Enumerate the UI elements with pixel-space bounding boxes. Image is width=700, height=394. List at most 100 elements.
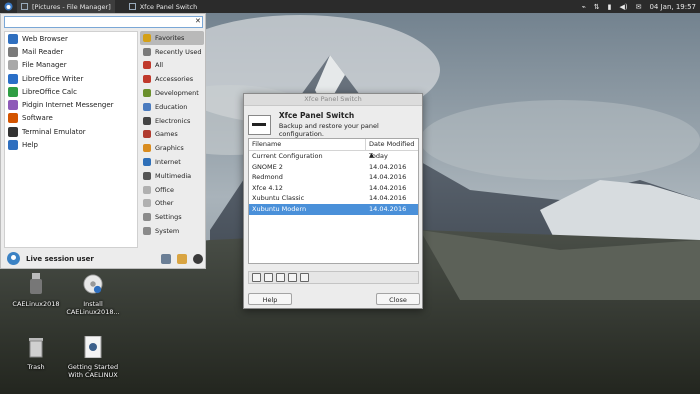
settings-manager-icon[interactable]	[161, 253, 171, 264]
cell-date: 14.04.2016	[369, 183, 407, 192]
menu-footer: Live session user	[4, 250, 203, 267]
export-icon[interactable]	[300, 273, 309, 282]
category-item[interactable]: Other	[140, 197, 204, 211]
desktop-icon-trash[interactable]: Trash	[6, 336, 66, 371]
desktop-icon-label: Getting Started With CAELINUX	[67, 363, 119, 379]
favorite-item-label: Pidgin Internet Messenger	[22, 101, 114, 110]
battery-icon[interactable]: ▮	[608, 3, 612, 11]
category-item-label: Multimedia	[155, 171, 192, 180]
favorites-list: Web Browser Mail Reader File Manager LibreO…	[4, 31, 138, 248]
delete-icon[interactable]	[276, 273, 285, 282]
category-item-label: System	[155, 227, 180, 236]
category-icon	[143, 33, 151, 42]
desktop-icon-label: Trash	[27, 363, 45, 371]
cell-date: 14.04.2016	[369, 194, 407, 203]
category-icon	[143, 116, 151, 125]
column-header-date[interactable]: Date Modified ▲	[366, 139, 418, 159]
user-name: Live session user	[26, 254, 94, 263]
category-item[interactable]: Favorites	[140, 31, 204, 45]
window-titlebar[interactable]: Xfce Panel Switch	[244, 94, 422, 106]
panel-switch-icon	[128, 3, 136, 10]
power-icon[interactable]	[193, 253, 203, 264]
cell-filename: Xubuntu Modern	[252, 204, 307, 213]
category-item[interactable]: Games	[140, 128, 204, 142]
category-item-label: Education	[155, 102, 188, 111]
app-icon	[8, 86, 18, 97]
desktop-icon-caelinux[interactable]: CAELinux2018	[6, 273, 66, 308]
app-icon	[8, 126, 18, 137]
desktop-icon-label: CAELinux2018	[12, 300, 60, 308]
table-row[interactable]: Xubuntu Modern 14.04.2016	[249, 203, 418, 215]
category-item-label: Development	[155, 89, 199, 98]
favorite-item[interactable]: Help	[5, 138, 137, 151]
usb-drive-icon	[30, 273, 42, 294]
table-row[interactable]: Current Configuration Today	[249, 151, 418, 162]
favorite-item[interactable]: Mail Reader	[5, 45, 137, 58]
column-header-date-label: Date Modified	[369, 140, 415, 148]
disc-icon	[83, 274, 103, 294]
notification-icon[interactable]: ✉	[636, 3, 642, 11]
favorite-item-label: Web Browser	[22, 34, 68, 43]
category-item[interactable]: Internet	[140, 155, 204, 169]
table-row[interactable]: Redmond 14.04.2016	[249, 172, 418, 183]
category-icon	[143, 61, 151, 70]
taskbar-item-file-manager[interactable]: [Pictures - File Manager]	[17, 0, 115, 13]
favorite-item[interactable]: Pidgin Internet Messenger	[5, 98, 137, 111]
category-item[interactable]: Office	[140, 183, 204, 197]
category-item[interactable]: Electronics	[140, 114, 204, 128]
category-item-label: Recently Used	[155, 47, 202, 56]
whisker-menu: ✕ Web Browser Mail Reader File Manager Libr…	[0, 13, 206, 269]
close-button[interactable]: Close	[376, 293, 420, 305]
taskbar-item-panel-switch[interactable]: Xfce Panel Switch	[125, 0, 201, 13]
search-input[interactable]	[4, 16, 203, 28]
category-item[interactable]: Accessories	[140, 72, 204, 86]
category-item[interactable]: Recently Used	[140, 45, 204, 59]
cell-date: 14.04.2016	[369, 162, 407, 171]
table-row[interactable]: Xubuntu Classic 14.04.2016	[249, 193, 418, 204]
category-item-label: Favorites	[155, 33, 185, 42]
panel-switch-dialog: Xfce Panel Switch Xfce Panel Switch Back…	[243, 93, 423, 309]
column-header-filename[interactable]: Filename	[249, 139, 366, 150]
favorite-item[interactable]: LibreOffice Calc	[5, 85, 137, 98]
category-item-label: Office	[155, 185, 174, 194]
category-item[interactable]: All	[140, 59, 204, 73]
category-item[interactable]: Multimedia	[140, 169, 204, 183]
favorite-item[interactable]: File Manager	[5, 59, 137, 72]
clear-search-icon[interactable]: ✕	[195, 17, 201, 25]
properties-icon[interactable]	[288, 273, 297, 282]
table-row[interactable]: GNOME 2 14.04.2016	[249, 162, 418, 173]
clock[interactable]: 04 Jan, 19:57	[649, 3, 696, 11]
favorite-item-label: LibreOffice Calc	[22, 87, 77, 96]
favorite-item[interactable]: Software	[5, 112, 137, 125]
favorite-item-label: File Manager	[22, 61, 67, 70]
lock-screen-icon[interactable]	[177, 253, 187, 264]
category-icon	[143, 89, 151, 98]
category-item[interactable]: Settings	[140, 210, 204, 224]
app-icon	[8, 100, 18, 111]
category-item[interactable]: Education	[140, 100, 204, 114]
desktop-icon-install[interactable]: Install CAELinux2018...	[63, 273, 123, 316]
cell-filename: Xfce 4.12	[252, 183, 283, 192]
table-header: Filename Date Modified ▲	[249, 139, 418, 159]
table-body: Current Configuration Today GNOME 2 14.04.2…	[249, 151, 418, 215]
cell-filename: Redmond	[252, 173, 283, 182]
applications-menu-button[interactable]	[0, 0, 17, 13]
favorite-item[interactable]: Web Browser	[5, 32, 137, 45]
category-icon	[143, 47, 151, 56]
category-item[interactable]: Graphics	[140, 141, 204, 155]
trash-icon	[29, 338, 43, 358]
favorite-item[interactable]: Terminal Emulator	[5, 125, 137, 138]
desktop-icon-getting-started[interactable]: Getting Started With CAELINUX	[63, 335, 123, 379]
usb-icon[interactable]: ⌁	[582, 3, 586, 11]
category-item[interactable]: Development	[140, 86, 204, 100]
table-row[interactable]: Xfce 4.12 14.04.2016	[249, 183, 418, 194]
favorite-item[interactable]: LibreOffice Writer	[5, 72, 137, 85]
category-item[interactable]: System	[140, 224, 204, 238]
cell-filename: GNOME 2	[252, 162, 283, 171]
save-icon[interactable]	[264, 273, 273, 282]
volume-icon[interactable]: ◀)	[619, 3, 627, 11]
edit-icon[interactable]	[252, 273, 261, 282]
app-icon	[8, 113, 18, 124]
help-button[interactable]: Help	[248, 293, 292, 305]
network-icon[interactable]: ⇅	[594, 3, 600, 11]
